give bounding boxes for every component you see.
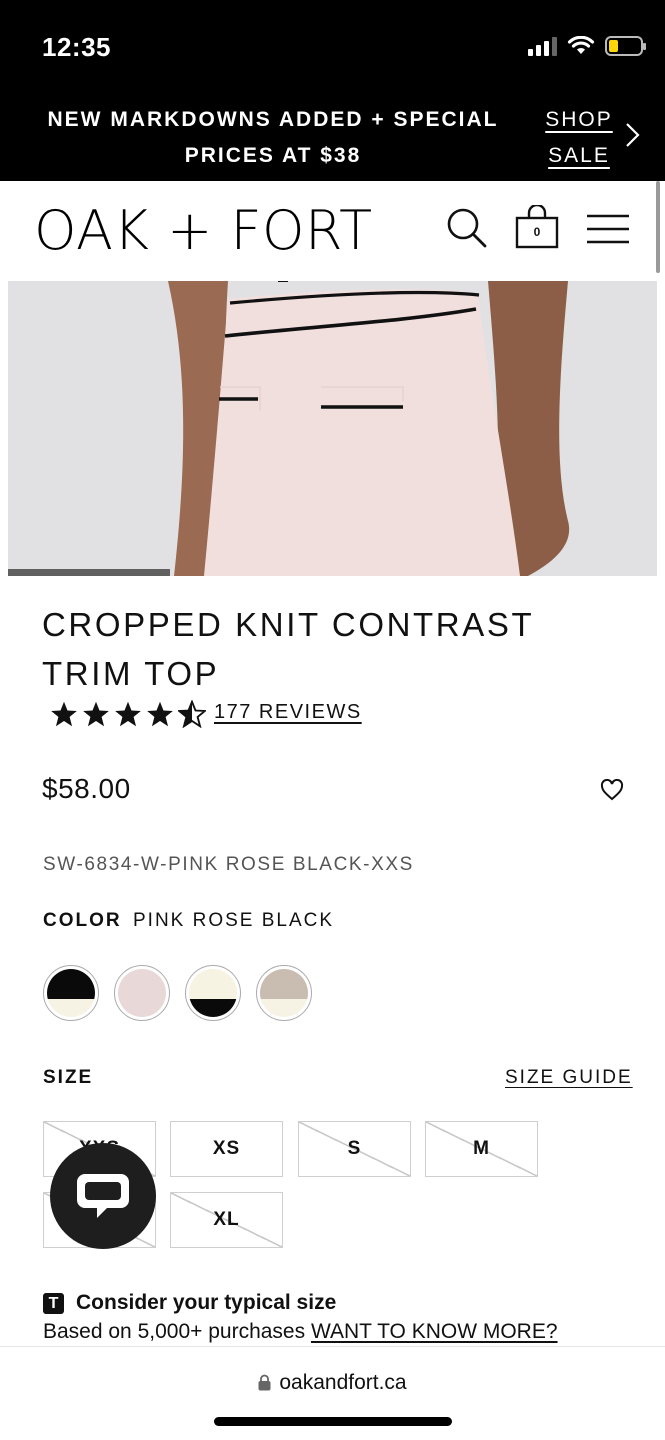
- half-star-icon: [178, 700, 206, 728]
- star-icon: [115, 701, 141, 727]
- home-indicator[interactable]: [214, 1417, 452, 1426]
- star-icon: [51, 701, 77, 727]
- fit-tip-link[interactable]: WANT TO KNOW MORE?: [311, 1320, 558, 1343]
- fit-tip-body: Based on 5,000+ purchases WANT TO KNOW M…: [43, 1320, 558, 1344]
- size-option-label: M: [473, 1138, 490, 1159]
- status-bar: 12:35: [0, 0, 665, 96]
- chevron-right-icon[interactable]: [622, 122, 644, 148]
- live-chat-button[interactable]: [50, 1143, 156, 1249]
- page-scrollbar[interactable]: [656, 181, 660, 273]
- size-option-m[interactable]: M: [425, 1121, 538, 1177]
- swatch-taupe-cream[interactable]: [256, 965, 312, 1021]
- cart-count: 0: [533, 225, 541, 239]
- url-field[interactable]: oakandfort.ca: [0, 1371, 665, 1395]
- product-sku: SW-6834-W-PINK ROSE BLACK-XXS: [43, 854, 414, 875]
- product-photo: [8, 281, 657, 576]
- status-time: 12:35: [42, 32, 111, 62]
- cart-button[interactable]: 0: [515, 205, 559, 249]
- color-label: COLOR: [43, 910, 122, 931]
- shop-sale-link[interactable]: SHOP SALE: [538, 102, 620, 174]
- star-icon: [147, 701, 173, 727]
- swatch-cream-black-fill: [189, 969, 237, 1017]
- swatch-black-cream-fill: [47, 969, 95, 1017]
- swatch-pink-rose-black[interactable]: [114, 965, 170, 1021]
- heart-icon[interactable]: [600, 779, 624, 801]
- promo-banner: NEW MARKDOWNS ADDED + SPECIAL PRICES AT …: [0, 96, 665, 181]
- status-icons: [528, 36, 646, 56]
- size-guide-link[interactable]: SIZE GUIDE: [505, 1067, 633, 1089]
- reviews-link[interactable]: 177 REVIEWS: [214, 701, 362, 724]
- rating-stars[interactable]: [50, 700, 206, 728]
- promo-line-1: NEW MARKDOWNS ADDED + SPECIAL: [47, 108, 499, 131]
- promo-line-2: PRICES AT $38: [184, 144, 362, 167]
- image-carousel-progress: [8, 569, 170, 576]
- product-title: CROPPED KNIT CONTRAST TRIM TOP: [42, 606, 534, 692]
- fit-tip-logo-icon: T: [43, 1293, 64, 1314]
- star-icon: [83, 701, 109, 727]
- shop-sale-link-line-1: SHOP: [545, 108, 613, 131]
- chat-bubble-icon: [77, 1174, 129, 1218]
- size-option-label: XS: [212, 1138, 241, 1159]
- selected-color: PINK ROSE BLACK: [133, 910, 335, 931]
- fit-tip-title: Consider your typical size: [76, 1291, 337, 1314]
- product-price: $58.00: [42, 773, 131, 804]
- swatch-cream-black[interactable]: [185, 965, 241, 1021]
- cellular-signal-icon: [528, 36, 557, 56]
- browser-bottom-bar: oakandfort.ca: [0, 1346, 665, 1440]
- url-text: oakandfort.ca: [279, 1371, 407, 1394]
- size-option-xl[interactable]: XL: [170, 1192, 283, 1248]
- search-icon[interactable]: [446, 207, 488, 249]
- shop-sale-link-line-2: SALE: [548, 144, 610, 167]
- battery-icon: [605, 36, 646, 56]
- site-header: OAK + FORT 0: [0, 181, 665, 280]
- menu-icon[interactable]: [587, 214, 629, 244]
- swatch-black-cream[interactable]: [43, 965, 99, 1021]
- brand-logo[interactable]: OAK + FORT: [34, 199, 373, 262]
- fit-tip-text: Based on 5,000+ purchases: [43, 1320, 311, 1343]
- product-image[interactable]: [8, 281, 657, 576]
- promo-message: NEW MARKDOWNS ADDED + SPECIAL PRICES AT …: [30, 102, 516, 174]
- size-option-label: XL: [213, 1209, 240, 1230]
- size-option-s[interactable]: S: [298, 1121, 411, 1177]
- wifi-icon: [567, 36, 595, 54]
- size-label: SIZE: [43, 1067, 94, 1088]
- swatch-taupe-cream-fill: [260, 969, 308, 1017]
- color-swatches: [43, 965, 312, 1021]
- swatch-pink-rose-black-fill: [118, 969, 166, 1017]
- size-option-xs[interactable]: XS: [170, 1121, 283, 1177]
- lock-icon: [258, 1374, 271, 1391]
- size-option-label: S: [347, 1138, 362, 1159]
